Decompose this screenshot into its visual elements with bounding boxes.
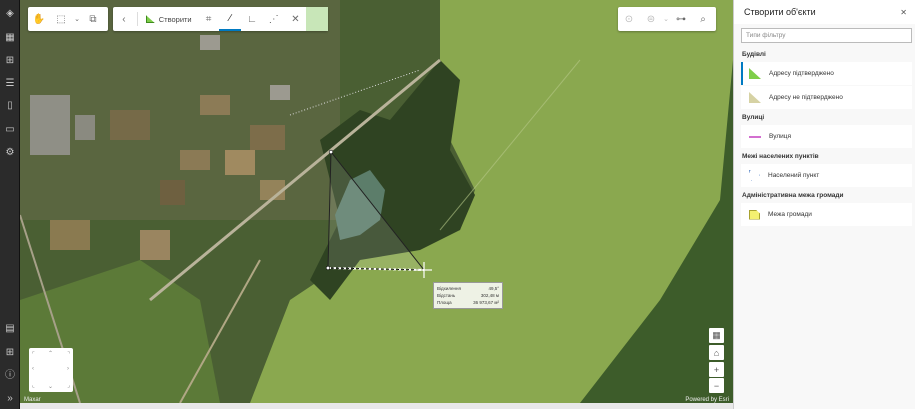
measure-key: Відстань: [437, 293, 456, 298]
expand-icon[interactable]: »: [4, 393, 16, 405]
measure-value: 36 973,67 м²: [473, 300, 499, 305]
basemap-icon[interactable]: ▦: [4, 32, 16, 44]
template-item-street[interactable]: Вулиця: [741, 125, 912, 148]
polygon-swatch-icon: [145, 15, 155, 23]
home-icon[interactable]: ⌂: [709, 345, 724, 360]
navigation-pad[interactable]: ⌜ ⌝ ⌃ ‹ › ⌄ ⌞ ⌟: [29, 348, 73, 392]
template-label: Вулиця: [769, 133, 792, 140]
grid-icon[interactable]: ⊞: [4, 347, 16, 359]
dashed-polygon-swatch-icon: [749, 170, 760, 181]
create-label: Створити: [140, 15, 198, 24]
satellite-imagery: [20, 0, 733, 403]
template-item-community-boundary[interactable]: Межа громади: [741, 203, 912, 226]
map-tools-toolbar: ⊙ ⊜ ⌄ ⊶ ⌕: [618, 7, 716, 31]
chevron-down-icon[interactable]: ⌄: [662, 7, 670, 31]
measure-row: Відхилення 49,5°: [437, 285, 499, 292]
measure-key: Площа: [437, 300, 452, 305]
folder-icon[interactable]: ▭: [4, 124, 16, 136]
editor-toolbar: ‹ Створити ⌗ ∕ ∟ ⋰ ✕: [113, 7, 329, 31]
undo-icon[interactable]: ⊙: [618, 7, 640, 31]
right-angle-icon[interactable]: ∟: [241, 7, 263, 31]
measure-value: 302,48 м: [480, 293, 499, 298]
pan-up-icon[interactable]: ⌃: [48, 350, 53, 357]
polygon-swatch-icon: [749, 92, 761, 103]
keyboard-icon[interactable]: ▤: [4, 323, 16, 335]
bookmark-icon[interactable]: ▯: [4, 100, 16, 112]
snapping-icon[interactable]: ⋰: [263, 7, 285, 31]
template-icon[interactable]: ⌗: [198, 7, 220, 31]
polygon-swatch-icon: [749, 68, 761, 79]
create-text: Створити: [158, 14, 192, 24]
pan-down-icon[interactable]: ⌄: [48, 383, 53, 390]
basemap-gallery-icon[interactable]: ▦: [709, 328, 724, 343]
template-item-settlement[interactable]: Населений пункт: [741, 164, 912, 187]
back-chevron-icon[interactable]: ‹: [113, 7, 135, 31]
separator: [136, 12, 138, 26]
measure-row: Відстань 302,48 м: [437, 292, 499, 299]
template-item-address-confirmed[interactable]: Адресу підтверджено: [741, 62, 912, 85]
select-rectangle-icon[interactable]: ⬚: [50, 7, 72, 31]
selection-toolbar: ✋ ⬚ ⌄ ⧉: [28, 7, 108, 31]
group-heading: Межі населених пунктів: [742, 153, 819, 160]
list-icon[interactable]: ☰: [4, 78, 16, 90]
pan-up-left-icon[interactable]: ⌜: [32, 351, 35, 358]
measurement-tooltip: Відхилення 49,5° Відстань 302,48 м Площа…: [433, 282, 503, 309]
map-view[interactable]: ✋ ⬚ ⌄ ⧉ ‹ Створити ⌗ ∕ ∟ ⋰ ✕ ⊙ ⊜ ⌄ ⊶ ⌕ В…: [20, 0, 733, 403]
chevron-down-icon[interactable]: ⌄: [72, 7, 82, 31]
draw-line-icon[interactable]: ∕: [219, 7, 242, 31]
layers-icon[interactable]: ◈: [4, 8, 16, 20]
template-label: Населений пункт: [768, 172, 820, 179]
pan-down-left-icon[interactable]: ⌞: [32, 382, 35, 389]
pan-down-right-icon[interactable]: ⌟: [67, 382, 70, 389]
panel-header: Створити об'єкти ✕: [734, 0, 915, 24]
close-icon[interactable]: ✕: [900, 8, 907, 17]
pan-left-icon[interactable]: ‹: [32, 366, 34, 372]
finish-button[interactable]: [306, 7, 329, 31]
app-window: ◈ ▦ ⊞ ☰ ▯ ▭ ⚙ ▤ ⊞ ⓘ » ✋ ⬚ ⌄ ⧉ ‹ Створити…: [0, 0, 915, 409]
map-status-strip: [20, 403, 733, 409]
group-heading: Вулиці: [742, 114, 765, 121]
info-icon[interactable]: ⓘ: [4, 370, 16, 382]
template-label: Адресу не підтверджено: [769, 94, 843, 101]
measure-icon[interactable]: ⊶: [670, 7, 692, 31]
template-item-address-unconfirmed[interactable]: Адресу не підтверджено: [741, 86, 912, 109]
panel-title: Створити об'єкти: [744, 7, 816, 17]
group-heading: Будівлі: [742, 51, 766, 58]
pan-right-icon[interactable]: ›: [67, 366, 69, 372]
create-features-panel: Створити об'єкти ✕ Типи фільтру Будівлі …: [733, 0, 915, 409]
select-clear-icon[interactable]: ⧉: [82, 7, 104, 31]
settings-icon[interactable]: ⚙: [4, 147, 16, 159]
line-swatch-icon: [749, 135, 761, 138]
measure-row: Площа 36 973,67 м²: [437, 299, 499, 306]
group-heading: Адміністративна межа громади: [742, 192, 844, 199]
measure-key: Відхилення: [437, 286, 461, 291]
template-label: Адресу підтверджено: [769, 70, 834, 77]
table-icon[interactable]: ⊞: [4, 55, 16, 67]
print-icon[interactable]: ⊜: [640, 7, 662, 31]
pan-hand-icon[interactable]: ✋: [28, 7, 50, 31]
cancel-icon[interactable]: ✕: [285, 7, 307, 31]
left-rail: ◈ ▦ ⊞ ☰ ▯ ▭ ⚙ ▤ ⊞ ⓘ »: [0, 0, 20, 409]
boundary-swatch-icon: [749, 209, 760, 220]
zoom-in-button[interactable]: +: [709, 362, 724, 377]
search-icon[interactable]: ⌕: [692, 7, 714, 31]
pan-up-right-icon[interactable]: ⌝: [67, 351, 70, 358]
template-label: Межа громади: [768, 211, 812, 218]
measure-value: 49,5°: [488, 286, 499, 291]
zoom-out-button[interactable]: −: [709, 378, 724, 393]
filter-input[interactable]: Типи фільтру: [741, 28, 912, 43]
